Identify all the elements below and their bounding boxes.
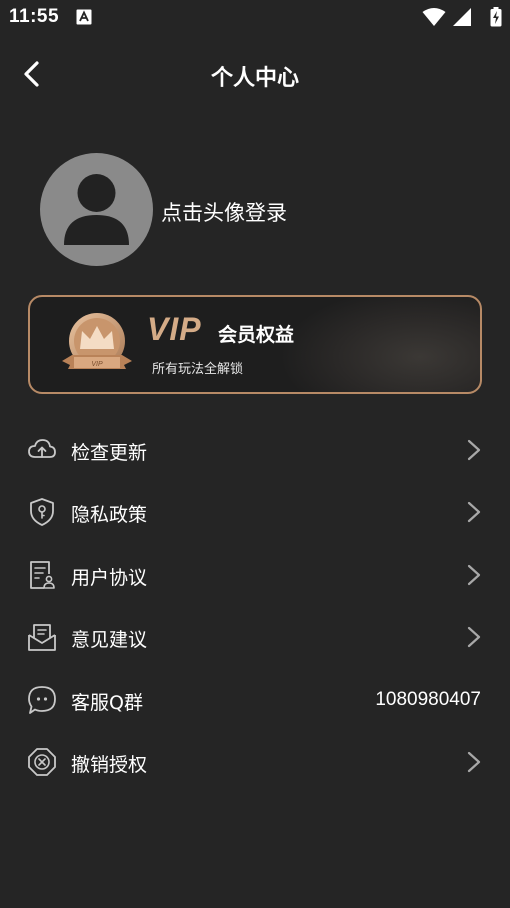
- user-silhouette-icon: [64, 174, 129, 245]
- status-time: 11:55: [9, 6, 60, 27]
- shield-key-icon: [30, 498, 54, 526]
- vip-title: 会员权益: [218, 324, 295, 346]
- menu-item-user-agreement[interactable]: 用户协议: [0, 547, 510, 603]
- chevron-right-icon: [467, 564, 481, 586]
- page-title: 个人中心: [210, 66, 299, 91]
- menu-label: 隐私政策: [71, 504, 148, 526]
- chat-bubble-icon: [28, 686, 56, 714]
- qq-group-number[interactable]: 1080980407: [375, 689, 481, 711]
- menu-item-feedback[interactable]: 意见建议: [0, 609, 510, 665]
- vip-subtitle: 所有玩法全解锁: [152, 362, 244, 377]
- mail-open-icon: [28, 624, 56, 651]
- menu-item-qq-group[interactable]: 客服Q群 1080980407: [0, 672, 510, 728]
- revoke-octagon-icon: [28, 748, 56, 776]
- signal-icon: [453, 8, 471, 26]
- menu-item-privacy-policy[interactable]: 隐私政策: [0, 484, 510, 540]
- menu-item-check-update[interactable]: 检查更新: [0, 422, 510, 478]
- app-header: 个人中心: [0, 48, 510, 100]
- menu-label: 用户协议: [71, 567, 148, 589]
- status-bar: 11:55: [0, 0, 510, 36]
- document-user-icon: [30, 561, 55, 589]
- battery-charging-icon: [490, 7, 502, 27]
- chevron-right-icon: [467, 626, 481, 648]
- menu-label: 检查更新: [71, 442, 148, 464]
- vip-word: VIP: [147, 311, 202, 347]
- login-prompt[interactable]: 点击头像登录: [161, 197, 287, 227]
- menu-label: 意见建议: [71, 629, 148, 651]
- chevron-right-icon: [467, 501, 481, 523]
- menu-label: 客服Q群: [71, 692, 143, 714]
- vip-crown-badge-icon: VIP: [62, 313, 132, 369]
- svg-text:VIP: VIP: [91, 361, 103, 368]
- wifi-icon: [422, 8, 446, 26]
- menu-label: 撤销授权: [71, 754, 148, 776]
- chevron-right-icon: [467, 751, 481, 773]
- notification-a-icon: [76, 9, 92, 25]
- chevron-right-icon: [467, 439, 481, 461]
- vip-card[interactable]: VIP VIP 会员权益 所有玩法全解锁: [28, 295, 482, 394]
- avatar[interactable]: [40, 153, 153, 266]
- cloud-upload-icon: [28, 439, 56, 458]
- menu-item-revoke-authorization[interactable]: 撤销授权: [0, 734, 510, 790]
